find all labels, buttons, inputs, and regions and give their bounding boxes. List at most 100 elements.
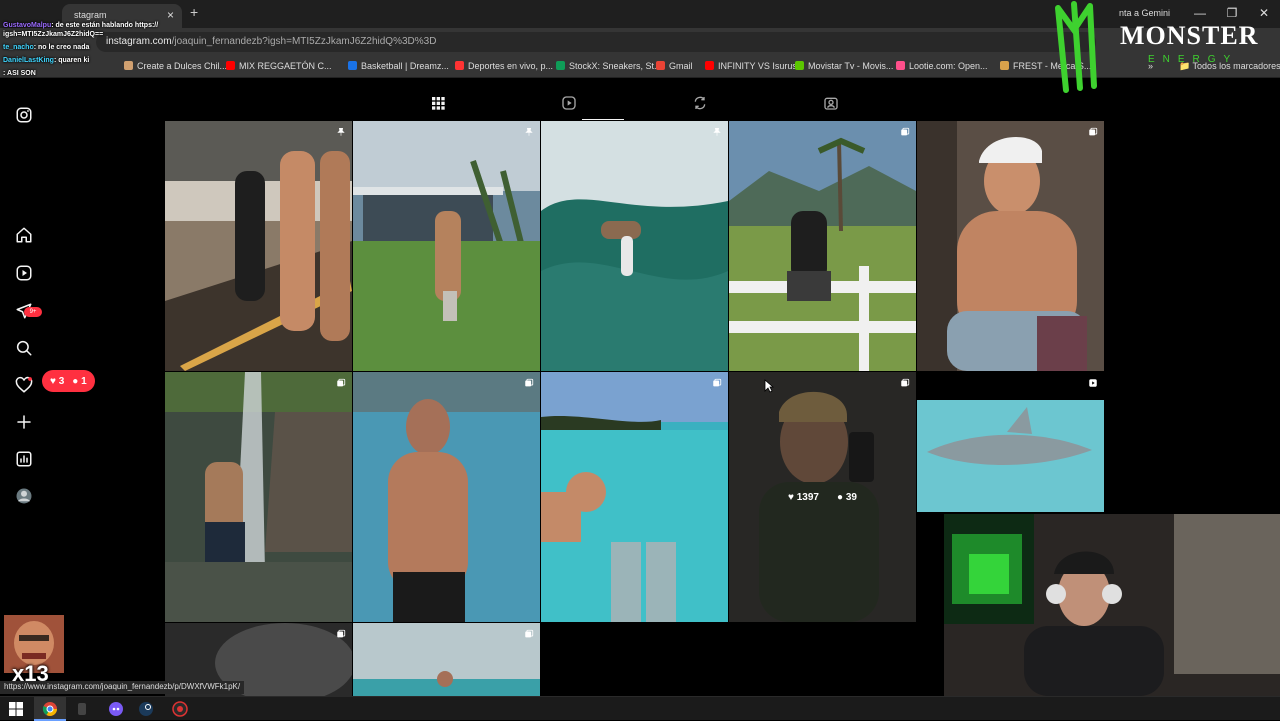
home-icon[interactable] <box>15 226 33 244</box>
bookmark-item[interactable]: Deportes en vivo, p... <box>455 61 553 71</box>
post-comments: ● 39 <box>837 491 857 503</box>
chat-message: DanielLastKing: quaren ki <box>3 57 89 66</box>
bookmark-item[interactable]: MIX REGGAETÓN C... <box>226 61 332 71</box>
reels-icon[interactable] <box>15 264 33 282</box>
chat-username: GustavoMalpu <box>3 22 52 29</box>
bookmark-label: INFINITY VS Isurus <box>718 61 797 71</box>
carousel-icon <box>713 378 722 387</box>
post-image-house-lawn <box>353 121 540 371</box>
profile-avatar[interactable] <box>15 487 33 505</box>
close-tab-icon[interactable]: × <box>167 8 174 22</box>
bookmark-label: Movistar Tv - Movis... <box>808 61 894 71</box>
bookmark-label: Basketball | Dreamz... <box>361 61 449 71</box>
post-tile[interactable] <box>353 372 540 622</box>
chat-message: GustavoMalpu: de este están hablando htt… <box>3 22 158 31</box>
carousel-icon <box>901 378 910 387</box>
chat-text: : quaren ki <box>53 57 90 64</box>
profile-tabs <box>165 79 1103 121</box>
likes-indicator: ♥ 3 <box>50 375 65 387</box>
mouse-cursor-icon <box>764 379 774 393</box>
post-tile[interactable] <box>353 121 540 371</box>
post-image-lagoon-man <box>353 372 540 622</box>
notifications-heart-icon[interactable] <box>15 376 33 394</box>
webcam-feed <box>944 514 1280 696</box>
messages-badge: 9+ <box>24 307 42 317</box>
post-likes-count: 1397 <box>796 491 819 503</box>
likes-count: 3 <box>58 375 65 387</box>
post-image-beach-sky <box>353 623 540 697</box>
post-image-fence-palm <box>729 121 916 371</box>
chrome-icon[interactable] <box>42 701 58 717</box>
chat-message: : ASI SON <box>3 70 36 79</box>
discord-icon[interactable] <box>108 701 124 717</box>
url-path: /joaquin_fernandezb?igsh=MTI5ZzJkamJ6Z2h… <box>171 36 437 47</box>
bookmark-item[interactable]: INFINITY VS Isurus <box>705 61 797 71</box>
post-tile[interactable] <box>917 121 1104 371</box>
instagram-sidebar: 9+ <box>0 79 48 697</box>
bookmark-label: Deportes en vivo, p... <box>468 61 554 71</box>
new-tab-icon[interactable]: + <box>190 4 198 20</box>
reposts-tab[interactable] <box>692 95 708 111</box>
reel-play-icon <box>1089 379 1097 387</box>
bookmark-favicon-icon <box>656 61 665 70</box>
chat-message: te_nacho: no le creo nada <box>3 44 89 53</box>
steam-icon[interactable] <box>138 701 154 717</box>
bookmark-item[interactable]: Lootie.com: Open... <box>896 61 988 71</box>
bookmark-item[interactable]: Gmail <box>656 61 693 71</box>
pinned-icon <box>713 127 721 136</box>
bookmark-item[interactable]: StockX: Sneakers, St... <box>556 61 662 71</box>
followers-count: 1 <box>81 375 87 387</box>
bookmark-favicon-icon <box>348 61 357 70</box>
bookmark-favicon-icon <box>896 61 905 70</box>
pinned-icon <box>525 127 533 136</box>
post-image-shirtless-cap <box>917 121 1104 371</box>
post-tile[interactable] <box>541 121 728 371</box>
carousel-icon <box>337 629 346 638</box>
post-tile-hovered[interactable]: ♥ 1397 ● 39 <box>729 372 916 622</box>
post-tile[interactable] <box>729 121 916 371</box>
bookmark-label: StockX: Sneakers, St... <box>569 61 662 71</box>
bookmark-label: MIX REGGAETÓN C... <box>239 61 332 71</box>
post-tile[interactable] <box>165 372 352 622</box>
windows-start-icon[interactable] <box>8 701 24 717</box>
obs-icon[interactable] <box>74 701 90 717</box>
bookmark-label: Gmail <box>669 61 693 71</box>
pinned-icon <box>337 127 345 136</box>
windows-taskbar <box>0 696 1280 721</box>
post-likes: ♥ 1397 <box>788 491 819 503</box>
bookmark-favicon-icon <box>455 61 464 70</box>
search-icon[interactable] <box>15 339 33 357</box>
followers-indicator: ● 1 <box>72 375 87 387</box>
chat-username: DanielLastKing <box>3 57 54 64</box>
posts-grid-tab[interactable] <box>430 95 446 111</box>
monster-subtitle: ENERGY <box>1148 54 1238 65</box>
address-bar[interactable]: instagram.com/joaquin_fernandezb?igsh=MT… <box>96 32 1096 52</box>
tagged-tab[interactable] <box>823 95 839 111</box>
bookmark-favicon-icon <box>556 61 565 70</box>
post-image-ok-hand-sea <box>541 372 728 622</box>
post-tile[interactable] <box>541 372 728 622</box>
stream-emote: x13 <box>4 615 64 690</box>
bookmark-item[interactable]: Basketball | Dreamz... <box>348 61 449 71</box>
chat-message: igsh=MTI5ZzJkamJ6Z2hidQ== <box>3 31 103 40</box>
insights-icon[interactable] <box>15 450 33 468</box>
bookmark-favicon-icon <box>226 61 235 70</box>
carousel-icon <box>337 378 346 387</box>
monster-energy-logo: MONSTER ENERGY <box>1055 1 1257 93</box>
recording-app-icon[interactable] <box>172 701 188 717</box>
post-tile[interactable] <box>353 623 540 697</box>
carousel-icon <box>525 629 534 638</box>
post-image-surfing-wave <box>541 121 728 371</box>
post-tile[interactable] <box>165 121 352 371</box>
bookmark-item[interactable]: Movistar Tv - Movis... <box>795 61 893 71</box>
carousel-icon <box>525 378 534 387</box>
create-icon[interactable] <box>15 413 33 431</box>
carousel-icon <box>1089 127 1098 136</box>
post-image-surfers-rocks <box>165 121 352 371</box>
activity-pill[interactable]: ♥ 3 ● 1 <box>42 370 95 392</box>
instagram-icon[interactable] <box>15 106 33 124</box>
chat-text: : no le creo nada <box>33 44 90 51</box>
reels-tab[interactable] <box>561 95 577 111</box>
chat-text: : ASI SON <box>3 70 36 77</box>
chat-text: : de este están hablando https:// <box>51 22 159 29</box>
